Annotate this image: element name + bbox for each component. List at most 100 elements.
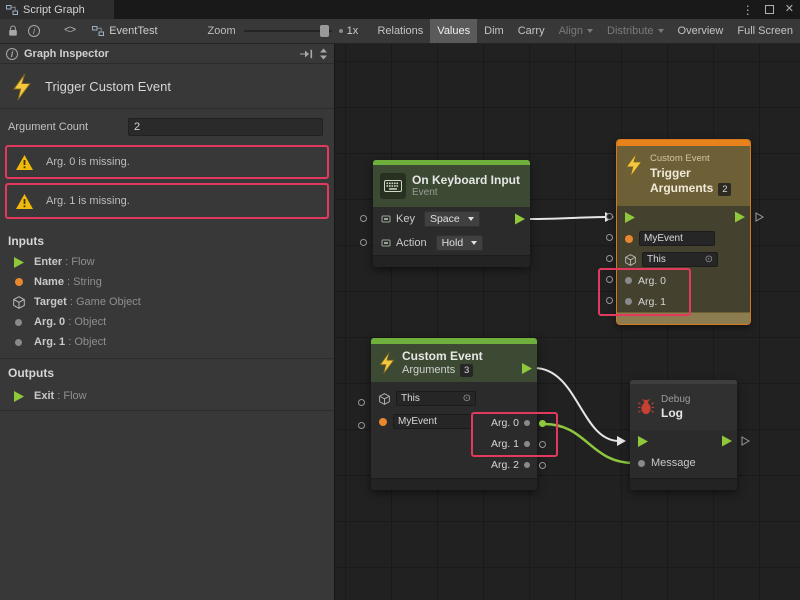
arg0-label: Arg. 0 — [491, 417, 519, 429]
values-button[interactable]: Values — [430, 19, 477, 43]
cube-icon — [13, 296, 25, 309]
port-trigger-flow-output-hint[interactable] — [755, 212, 764, 222]
dock-panel-icon[interactable] — [300, 49, 313, 59]
pin-type: Object — [74, 336, 106, 348]
zoom-indicator-dot — [339, 29, 343, 33]
arg1-label: Arg. 1 — [638, 296, 666, 308]
warning-text: Arg. 1 is missing. — [46, 195, 130, 207]
port-trigger-arg1-input[interactable] — [606, 297, 613, 304]
edit-script-button[interactable]: <> — [59, 19, 80, 43]
object-port-icon — [15, 339, 22, 346]
node-on-keyboard-input[interactable]: On Keyboard Input Event Key Space — [373, 160, 530, 267]
tab-script-graph[interactable]: Script Graph — [0, 0, 114, 19]
port-debug-flow-output-hint[interactable] — [741, 436, 750, 446]
node-custom-event[interactable]: Custom Event Arguments 3 This ⊙ — [371, 338, 537, 490]
divider — [0, 358, 334, 359]
event-name-field[interactable]: MyEvent — [639, 231, 715, 246]
graph-canvas[interactable]: On Keyboard Input Event Key Space — [335, 44, 800, 600]
port-trigger-flow-input[interactable] — [606, 213, 613, 220]
inputs-header: Inputs — [8, 234, 44, 248]
action-dropdown[interactable]: Hold — [436, 235, 484, 251]
zoom-slider-thumb[interactable] — [320, 25, 329, 37]
flow-row — [617, 206, 750, 228]
key-dropdown[interactable]: Space — [424, 211, 480, 227]
event-name-field[interactable]: MyEvent — [393, 414, 473, 429]
event-name-row: MyEvent — [617, 228, 750, 249]
node-header: Custom Event Arguments 3 — [371, 344, 537, 382]
object-port-icon — [524, 441, 530, 447]
message-label: Message — [651, 457, 696, 469]
carry-button[interactable]: Carry — [511, 19, 552, 43]
flow-input-port[interactable] — [625, 212, 635, 223]
argument-count-badge: 2 — [718, 183, 731, 196]
string-port-icon — [379, 418, 387, 426]
kebab-menu-icon[interactable]: ⋮ — [742, 4, 754, 16]
hollow-arrow-icon — [755, 212, 764, 222]
maximize-icon[interactable] — [765, 5, 774, 14]
port-ce-name-input[interactable] — [358, 422, 365, 429]
distribute-dropdown-button[interactable]: Distribute — [600, 19, 670, 43]
script-graph-icon — [6, 4, 18, 16]
flow-output-port[interactable] — [515, 214, 525, 225]
port-ce-arg0-output[interactable] — [539, 420, 546, 427]
argument-count-input[interactable] — [128, 118, 323, 136]
chevron-down-icon — [587, 29, 593, 33]
full-screen-button[interactable]: Full Screen — [730, 19, 800, 43]
lightning-bolt-icon — [624, 153, 644, 177]
port-trigger-arg0-input[interactable] — [606, 276, 613, 283]
close-icon[interactable]: ✕ — [785, 4, 794, 15]
graph-breadcrumb[interactable]: EventTest — [92, 25, 157, 37]
object-picker-icon[interactable]: ⊙ — [463, 394, 471, 404]
flow-arrow-icon — [522, 363, 532, 374]
flow-output-port[interactable] — [522, 363, 532, 374]
node-debug-log[interactable]: Debug Log Message — [630, 380, 737, 490]
overview-button[interactable]: Overview — [671, 19, 731, 43]
align-dropdown-button[interactable]: Align — [552, 19, 600, 43]
warning-icon — [16, 155, 33, 170]
info-toggle-button[interactable]: i — [23, 19, 45, 43]
lock-button[interactable] — [3, 19, 23, 43]
target-field[interactable]: This ⊙ — [642, 252, 718, 267]
port-ce-arg1-output[interactable] — [539, 441, 546, 448]
port-trigger-name-input[interactable] — [606, 234, 613, 241]
port-ce-arg2-output[interactable] — [539, 462, 546, 469]
input-pin-target: Target : Game Object — [12, 292, 328, 312]
key-label: Key — [396, 213, 415, 225]
relations-button[interactable]: Relations — [370, 19, 430, 43]
arg0-label: Arg. 0 — [638, 275, 666, 287]
wire-customevent-to-debug[interactable] — [534, 368, 619, 441]
divider — [0, 410, 334, 411]
node-kicker: Custom Event — [650, 153, 731, 166]
string-port-icon — [15, 278, 23, 286]
wire-keyboard-to-trigger[interactable] — [528, 217, 607, 219]
flow-output-port[interactable] — [722, 436, 732, 447]
port-trigger-target-input[interactable] — [606, 255, 613, 262]
hollow-arrow-icon — [741, 436, 750, 446]
flow-input-port[interactable] — [638, 436, 648, 447]
port-ce-target-input[interactable] — [358, 399, 365, 406]
port-key-input[interactable] — [360, 215, 367, 222]
dim-button[interactable]: Dim — [477, 19, 511, 43]
pin-separator: : — [67, 296, 76, 308]
pin-name: Arg. 1 — [34, 336, 65, 348]
input-pin-enter: Enter : Flow — [12, 252, 328, 272]
port-action-input[interactable] — [360, 239, 367, 246]
event-name-value: MyEvent — [398, 416, 437, 427]
expander-icon[interactable] — [319, 48, 328, 60]
distribute-label: Distribute — [607, 25, 653, 37]
flow-output-port[interactable] — [735, 212, 745, 223]
warning-text: Arg. 0 is missing. — [46, 156, 130, 168]
flow-arrow-icon — [515, 214, 525, 225]
object-port-icon — [524, 462, 530, 468]
node-footer — [373, 255, 530, 267]
pin-type: String — [73, 276, 102, 288]
arg1-row: Arg. 1 — [491, 438, 530, 450]
target-value: This — [401, 393, 420, 404]
node-footer — [630, 478, 737, 490]
target-field[interactable]: This ⊙ — [396, 391, 476, 406]
object-picker-icon[interactable]: ⊙ — [705, 255, 713, 265]
node-title: Log — [661, 406, 690, 420]
arg2-row: Arg. 2 — [491, 459, 530, 471]
zoom-slider[interactable] — [244, 24, 332, 38]
node-trigger-custom-event[interactable]: Custom Event Trigger Arguments 2 MyEvent — [617, 140, 750, 324]
